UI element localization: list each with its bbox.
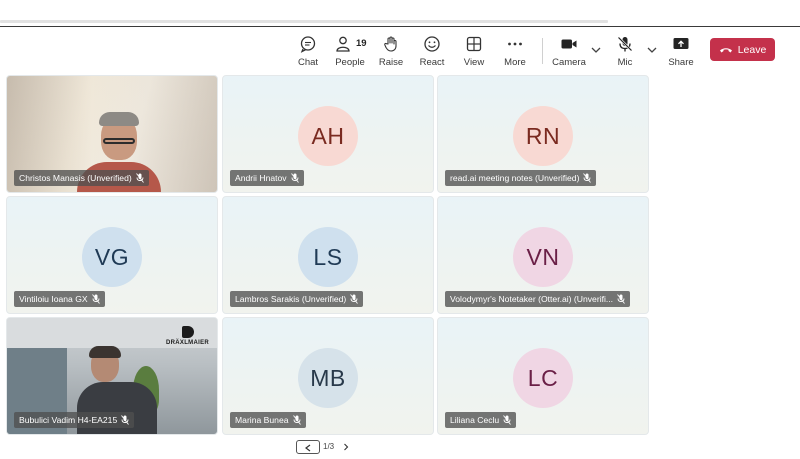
previous-page-button[interactable]: [296, 440, 320, 454]
phone-hangup-icon: [719, 47, 732, 52]
toolbar-separator: [542, 38, 543, 64]
more-dots-icon: [508, 42, 522, 46]
participant-name-tag: Andrii Hnatov: [230, 170, 304, 186]
participant-avatar: LS: [298, 227, 358, 287]
people-label: People: [335, 57, 365, 68]
participant-name: Andrii Hnatov: [235, 173, 287, 183]
participant-avatar: VN: [513, 227, 573, 287]
company-logo: DRÄXLMAIER: [166, 326, 209, 346]
participant-name-tag: Bubulici Vadim H4-EA215: [14, 412, 135, 428]
mic-muted-icon: [503, 415, 512, 425]
share-screen-icon: [673, 38, 689, 49]
camera-options-chevron-down-icon[interactable]: [589, 43, 603, 57]
participant-grid: Christos Manasis (Unverified) AH Andrii …: [0, 73, 800, 438]
mic-muted-icon: [583, 173, 592, 183]
share-label: Share: [668, 57, 694, 68]
participant-name-tag: Liliana Ceclu: [445, 412, 517, 428]
view-button[interactable]: View: [454, 35, 494, 71]
participant-name: Marina Bunea: [235, 415, 289, 425]
more-label: More: [504, 57, 526, 68]
participant-name-tag: Lambros Sarakis (Unverified): [230, 291, 364, 307]
participant-avatar: MB: [298, 348, 358, 408]
participant-avatar: AH: [298, 106, 358, 166]
participant-name: Vintiloiu Ioana GX: [19, 294, 88, 304]
chat-label: Chat: [297, 57, 319, 68]
participant-name: Liliana Ceclu: [450, 415, 500, 425]
window-top-strip: [0, 0, 800, 27]
mic-muted-icon: [135, 173, 144, 183]
camera-label: Camera: [552, 57, 586, 68]
participant-tile[interactable]: AH Andrii Hnatov: [222, 75, 434, 193]
mic-muted-icon: [121, 415, 130, 425]
mic-off-icon: [617, 36, 633, 52]
leave-label: Leave: [737, 43, 767, 56]
mic-muted-icon: [617, 294, 625, 304]
participant-tile[interactable]: LS Lambros Sarakis (Unverified): [222, 196, 434, 314]
participant-tile[interactable]: VG Vintiloiu Ioana GX: [6, 196, 218, 314]
participant-avatar: RN: [513, 106, 573, 166]
participant-name-tag: read.ai meeting notes (Unverified): [445, 170, 597, 186]
participant-name: Lambros Sarakis (Unverified): [235, 294, 347, 304]
participant-name: Bubulici Vadim H4-EA215: [19, 415, 118, 425]
company-logo-text: DRÄXLMAIER: [166, 340, 209, 346]
people-icon: [336, 36, 350, 52]
meeting-toolbar: Chat 19 People Raise React View More Cam…: [0, 27, 800, 73]
participant-tile[interactable]: LC Liliana Ceclu: [437, 317, 649, 435]
participant-tile[interactable]: VN Volodymyr's Notetaker (Otter.ai) (Unv…: [437, 196, 649, 314]
grid-view-icon: [466, 36, 482, 52]
participant-tile-video[interactable]: Christos Manasis (Unverified): [6, 75, 218, 193]
camera-button[interactable]: Camera: [549, 35, 589, 71]
participant-tile[interactable]: MB Marina Bunea: [222, 317, 434, 435]
mic-muted-icon: [292, 415, 301, 425]
participant-name-tag: Volodymyr's Notetaker (Otter.ai) (Unveri…: [445, 291, 631, 307]
participant-name: Christos Manasis (Unverified): [19, 173, 132, 183]
participant-tile[interactable]: RN read.ai meeting notes (Unverified): [437, 75, 649, 193]
participant-name-tag: Marina Bunea: [230, 412, 306, 428]
chevron-left-icon: [305, 444, 311, 452]
people-button[interactable]: 19 People: [330, 35, 370, 71]
chat-button[interactable]: Chat: [288, 35, 328, 71]
people-count: 19: [356, 38, 367, 49]
participant-avatar: LC: [513, 348, 573, 408]
react-label: React: [419, 57, 445, 68]
participant-name-tag: Christos Manasis (Unverified): [14, 170, 149, 186]
smiley-icon: [424, 36, 440, 52]
mic-button[interactable]: Mic: [605, 35, 645, 71]
participant-tile-video[interactable]: DRÄXLMAIER Bubulici Vadim H4-EA215: [6, 317, 218, 435]
participant-name-tag: Vintiloiu Ioana GX: [14, 291, 105, 307]
chat-icon: [300, 36, 316, 53]
participant-name: Volodymyr's Notetaker (Otter.ai) (Unveri…: [450, 294, 614, 304]
react-button[interactable]: React: [412, 35, 452, 71]
mic-muted-icon: [91, 294, 100, 304]
mic-label: Mic: [617, 57, 633, 68]
mic-options-chevron-down-icon[interactable]: [645, 43, 659, 57]
share-button[interactable]: Share: [661, 35, 701, 71]
mic-muted-icon: [290, 173, 299, 183]
view-label: View: [463, 57, 485, 68]
participant-name: read.ai meeting notes (Unverified): [450, 173, 580, 183]
participant-avatar: VG: [82, 227, 142, 287]
leave-button[interactable]: Leave: [710, 38, 775, 61]
raise-hand-icon: [384, 36, 397, 52]
camera-icon: [561, 39, 577, 49]
more-button[interactable]: More: [495, 35, 535, 71]
raise-label: Raise: [378, 57, 404, 68]
horizontal-scrollbar[interactable]: [0, 20, 608, 23]
mic-muted-icon: [350, 294, 359, 304]
raise-hand-button[interactable]: Raise: [371, 35, 411, 71]
